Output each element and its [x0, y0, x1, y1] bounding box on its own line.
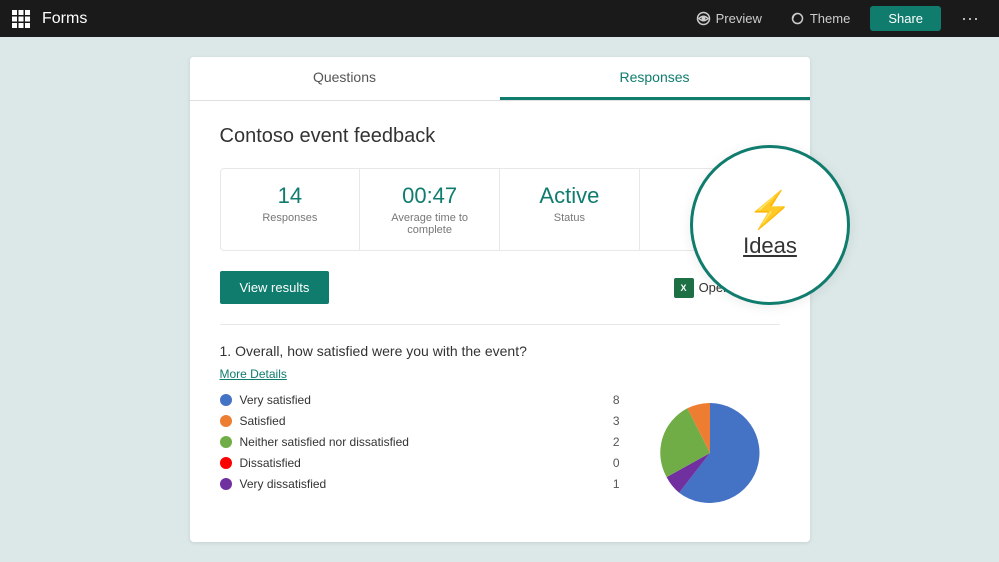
legend-item-2: Neither satisfied nor dissatisfied 2 [220, 435, 620, 449]
legend-label-0: Very satisfied [240, 393, 605, 407]
actions-row: View results X Open in Excel [220, 271, 780, 304]
share-label: Share [888, 11, 923, 26]
preview-button[interactable]: Preview [688, 7, 770, 30]
ideas-overlay-label: Ideas [743, 233, 797, 259]
legend-count-1: 3 [613, 414, 620, 428]
legend-label-3: Dissatisfied [240, 456, 605, 470]
main-area: Questions Responses Contoso event feedba… [0, 37, 999, 562]
legend-dot-4 [220, 478, 232, 490]
stat-responses-value: 14 [231, 183, 350, 209]
legend-count-0: 8 [613, 393, 620, 407]
share-button[interactable]: Share [870, 6, 941, 31]
stat-status: Active Status [500, 169, 640, 250]
question-text: 1. Overall, how satisfied were you with … [220, 343, 780, 359]
chart-legend: Very satisfied 8 Satisfied 3 Neither sat… [220, 393, 620, 498]
ideas-bolt-icon: ⚡ [748, 192, 793, 228]
legend-item-1: Satisfied 3 [220, 414, 620, 428]
theme-label: Theme [810, 11, 850, 26]
legend-dot-3 [220, 457, 232, 469]
stat-avg-time-value: 00:47 [370, 183, 489, 209]
preview-label: Preview [716, 11, 762, 26]
view-results-button[interactable]: View results [220, 271, 330, 304]
excel-icon: X [674, 278, 694, 298]
legend-count-3: 0 [613, 456, 620, 470]
question-content: Very satisfied 8 Satisfied 3 Neither sat… [220, 393, 780, 513]
legend-item-4: Very dissatisfied 1 [220, 477, 620, 491]
legend-count-4: 1 [613, 477, 620, 491]
legend-item-0: Very satisfied 8 [220, 393, 620, 407]
legend-dot-0 [220, 394, 232, 406]
ideas-overlay[interactable]: ⚡ Ideas [690, 145, 850, 305]
stat-responses-label: Responses [231, 212, 350, 224]
tab-responses[interactable]: Responses [500, 57, 810, 100]
form-title: Contoso event feedback [220, 125, 780, 148]
legend-label-1: Satisfied [240, 414, 605, 428]
pie-chart [640, 393, 780, 513]
stat-avg-time-label: Average time to complete [370, 212, 489, 236]
stat-status-value: Active [510, 183, 629, 209]
waffle-menu[interactable] [12, 10, 30, 28]
legend-count-2: 2 [613, 435, 620, 449]
more-details-link[interactable]: More Details [220, 367, 287, 381]
legend-label-2: Neither satisfied nor dissatisfied [240, 435, 605, 449]
legend-dot-1 [220, 415, 232, 427]
legend-label-4: Very dissatisfied [240, 477, 605, 491]
legend-item-3: Dissatisfied 0 [220, 456, 620, 470]
app-title: Forms [42, 10, 87, 28]
stat-responses: 14 Responses [221, 169, 361, 250]
tabs: Questions Responses [190, 57, 810, 101]
theme-button[interactable]: Theme [782, 7, 858, 30]
tab-questions[interactable]: Questions [190, 57, 500, 100]
more-button[interactable]: ··· [953, 4, 987, 33]
question-section: 1. Overall, how satisfied were you with … [220, 324, 780, 513]
legend-dot-2 [220, 436, 232, 448]
stat-avg-time: 00:47 Average time to complete [360, 169, 500, 250]
stat-status-label: Status [510, 212, 629, 224]
topbar: Forms Preview Theme Share ··· [0, 0, 999, 37]
form-card: Questions Responses Contoso event feedba… [190, 57, 810, 542]
